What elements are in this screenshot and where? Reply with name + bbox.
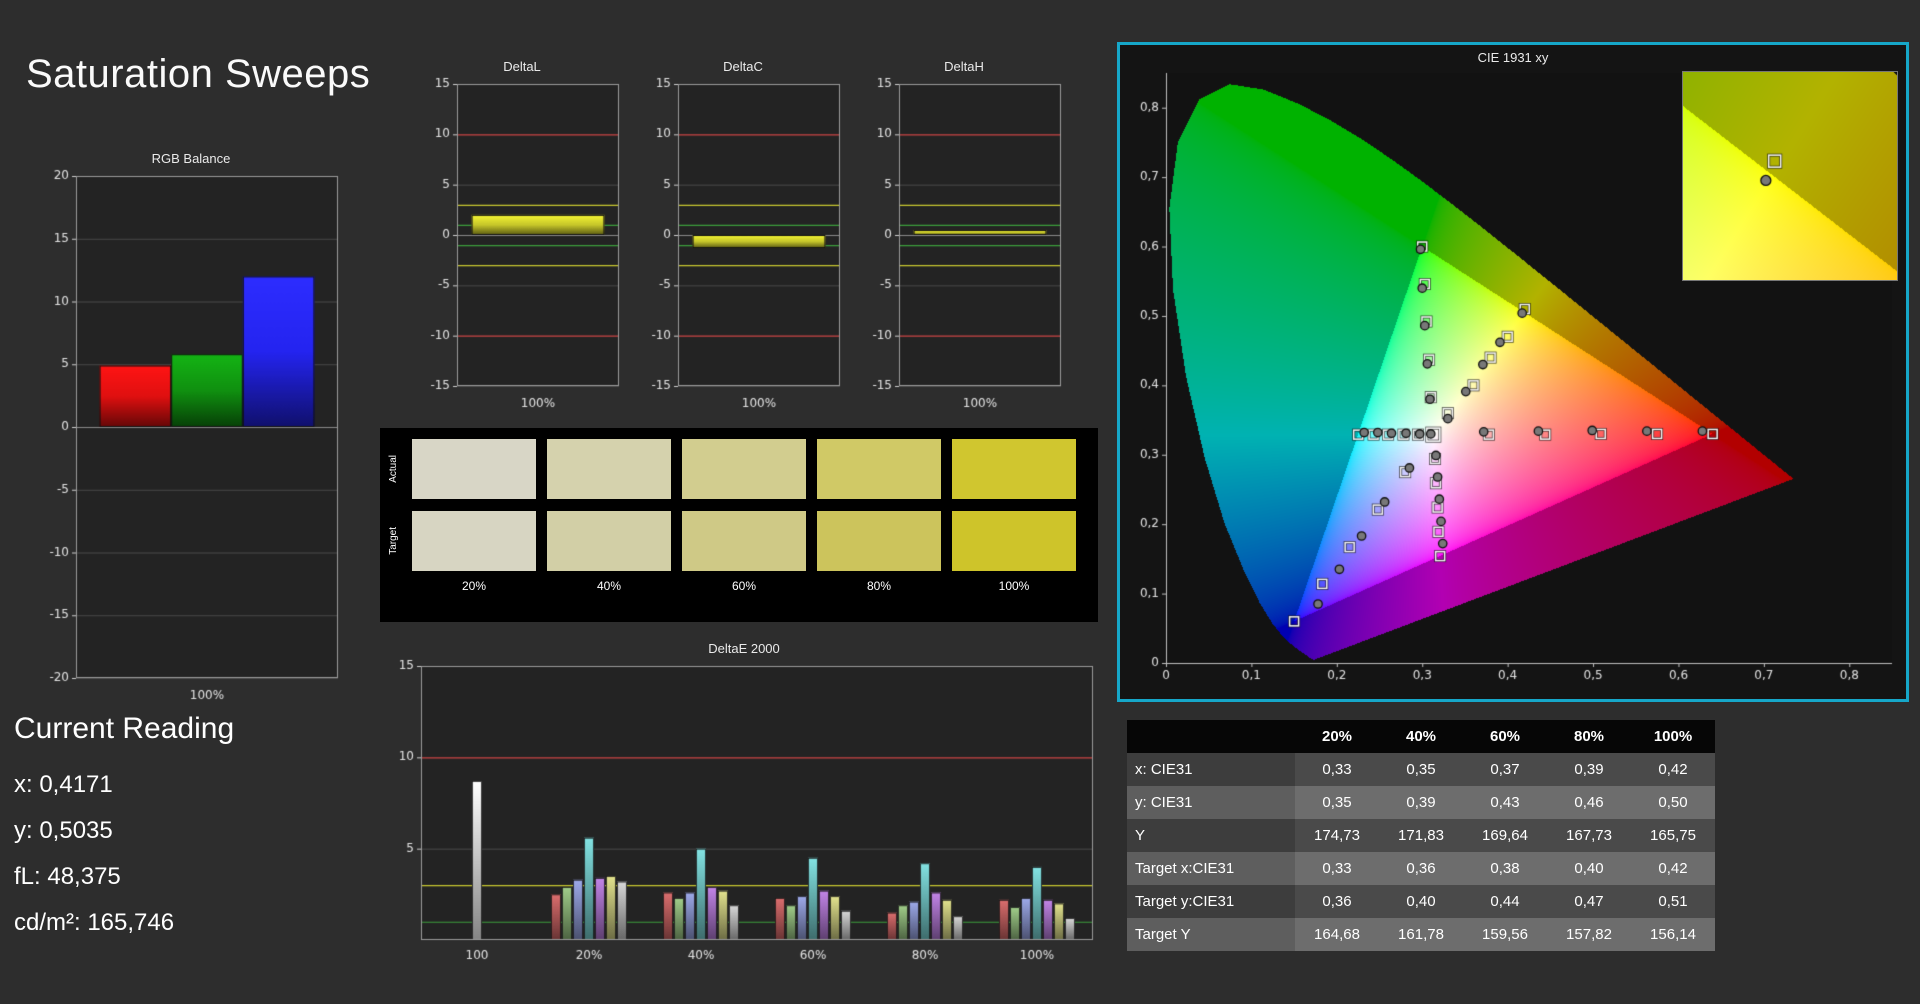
rgb-balance-canvas bbox=[36, 168, 346, 706]
table-value-cell: 0,42 bbox=[1631, 852, 1715, 885]
current-reading-fl: fL: 48,375 bbox=[14, 854, 234, 900]
swatch-percent-label: 100% bbox=[951, 579, 1077, 593]
swatch-row-label: Actual bbox=[388, 455, 402, 483]
table-col-header: 40% bbox=[1379, 720, 1463, 753]
table-row-label: Y bbox=[1127, 819, 1295, 852]
delta-h-title: DeltaH bbox=[859, 58, 1069, 76]
table-value-cell: 0,35 bbox=[1379, 753, 1463, 786]
color-swatch bbox=[681, 510, 807, 572]
table-value-cell: 156,14 bbox=[1631, 918, 1715, 951]
cie-inset-canvas bbox=[1682, 71, 1898, 281]
table-value-cell: 0,40 bbox=[1547, 852, 1631, 885]
table-row-label: x: CIE31 bbox=[1127, 753, 1295, 786]
app-root: Saturation Sweeps RGB Balance DeltaL Del… bbox=[0, 0, 1920, 1004]
table-col-header: 100% bbox=[1631, 720, 1715, 753]
delta-l-canvas bbox=[417, 76, 627, 414]
table-row-label: Target x:CIE31 bbox=[1127, 852, 1295, 885]
table-value-cell: 0,42 bbox=[1631, 753, 1715, 786]
color-swatch bbox=[411, 510, 537, 572]
table-value-cell: 0,40 bbox=[1379, 885, 1463, 918]
current-reading: Current Reading x: 0,4171 y: 0,5035 fL: … bbox=[14, 712, 234, 946]
measurement-table: 20%40%60%80%100%x: CIE310,330,350,370,39… bbox=[1127, 720, 1715, 951]
delta-e-canvas bbox=[385, 658, 1103, 964]
table-value-cell: 159,56 bbox=[1463, 918, 1547, 951]
table-value-cell: 0,33 bbox=[1295, 753, 1379, 786]
table-value-cell: 0,50 bbox=[1631, 786, 1715, 819]
color-swatch bbox=[546, 438, 672, 500]
table-value-cell: 0,47 bbox=[1547, 885, 1631, 918]
swatch-percent-label: 60% bbox=[681, 579, 807, 593]
delta-e-panel[interactable]: DeltaE 2000 bbox=[385, 640, 1103, 970]
table-value-cell: 0,36 bbox=[1379, 852, 1463, 885]
current-reading-title: Current Reading bbox=[14, 712, 234, 746]
swatch-row: Target bbox=[388, 505, 1090, 577]
swatch-percent-label: 40% bbox=[546, 579, 672, 593]
table-value-cell: 0,44 bbox=[1463, 885, 1547, 918]
table-row-label: y: CIE31 bbox=[1127, 786, 1295, 819]
table-row-label: Target Y bbox=[1127, 918, 1295, 951]
swatch-row-label: Target bbox=[388, 527, 402, 555]
table-value-cell: 165,75 bbox=[1631, 819, 1715, 852]
delta-h-panel[interactable]: DeltaH bbox=[859, 58, 1069, 418]
delta-c-title: DeltaC bbox=[638, 58, 848, 76]
color-swatch bbox=[816, 510, 942, 572]
table-col-header: 20% bbox=[1295, 720, 1379, 753]
delta-e-title: DeltaE 2000 bbox=[385, 640, 1103, 658]
color-swatch bbox=[816, 438, 942, 500]
table-col-header: 60% bbox=[1463, 720, 1547, 753]
color-swatch bbox=[681, 438, 807, 500]
swatch-percent-label: 80% bbox=[816, 579, 942, 593]
delta-h-canvas bbox=[859, 76, 1069, 414]
delta-l-panel[interactable]: DeltaL bbox=[417, 58, 627, 418]
swatch-panel[interactable]: Actual Target 20% 40% 60% 80% 100% bbox=[380, 428, 1098, 622]
table-col-header: 80% bbox=[1547, 720, 1631, 753]
rgb-balance-panel[interactable]: RGB Balance bbox=[36, 150, 346, 710]
table-value-cell: 167,73 bbox=[1547, 819, 1631, 852]
table-value-cell: 164,68 bbox=[1295, 918, 1379, 951]
table-value-cell: 171,83 bbox=[1379, 819, 1463, 852]
table-value-cell: 0,36 bbox=[1295, 885, 1379, 918]
delta-c-canvas bbox=[638, 76, 848, 414]
table-value-cell: 0,35 bbox=[1295, 786, 1379, 819]
cie-title: CIE 1931 xy bbox=[1120, 49, 1906, 67]
color-swatch bbox=[546, 510, 672, 572]
current-reading-y: y: 0,5035 bbox=[14, 808, 234, 854]
table-value-cell: 0,39 bbox=[1379, 786, 1463, 819]
table-value-cell: 0,33 bbox=[1295, 852, 1379, 885]
table-row-label: Target y:CIE31 bbox=[1127, 885, 1295, 918]
swatch-percent-row: 20% 40% 60% 80% 100% bbox=[411, 579, 1090, 593]
page-title: Saturation Sweeps bbox=[26, 52, 370, 97]
swatch-row: Actual bbox=[388, 433, 1090, 505]
table-value-cell: 174,73 bbox=[1295, 819, 1379, 852]
delta-l-title: DeltaL bbox=[417, 58, 627, 76]
table-corner-cell bbox=[1127, 720, 1295, 753]
current-reading-x: x: 0,4171 bbox=[14, 762, 234, 808]
table-value-cell: 0,51 bbox=[1631, 885, 1715, 918]
color-swatch bbox=[951, 438, 1077, 500]
table-value-cell: 161,78 bbox=[1379, 918, 1463, 951]
color-swatch bbox=[411, 438, 537, 500]
table-value-cell: 0,43 bbox=[1463, 786, 1547, 819]
cie-panel[interactable]: CIE 1931 xy bbox=[1117, 42, 1909, 702]
current-reading-cdm2: cd/m²: 165,746 bbox=[14, 900, 234, 946]
delta-c-panel[interactable]: DeltaC bbox=[638, 58, 848, 418]
color-swatch bbox=[951, 510, 1077, 572]
swatch-percent-label: 20% bbox=[411, 579, 537, 593]
table-value-cell: 0,46 bbox=[1547, 786, 1631, 819]
table-value-cell: 169,64 bbox=[1463, 819, 1547, 852]
table-value-cell: 0,37 bbox=[1463, 753, 1547, 786]
table-value-cell: 0,39 bbox=[1547, 753, 1631, 786]
table-value-cell: 157,82 bbox=[1547, 918, 1631, 951]
table-value-cell: 0,38 bbox=[1463, 852, 1547, 885]
rgb-balance-title: RGB Balance bbox=[36, 150, 346, 168]
